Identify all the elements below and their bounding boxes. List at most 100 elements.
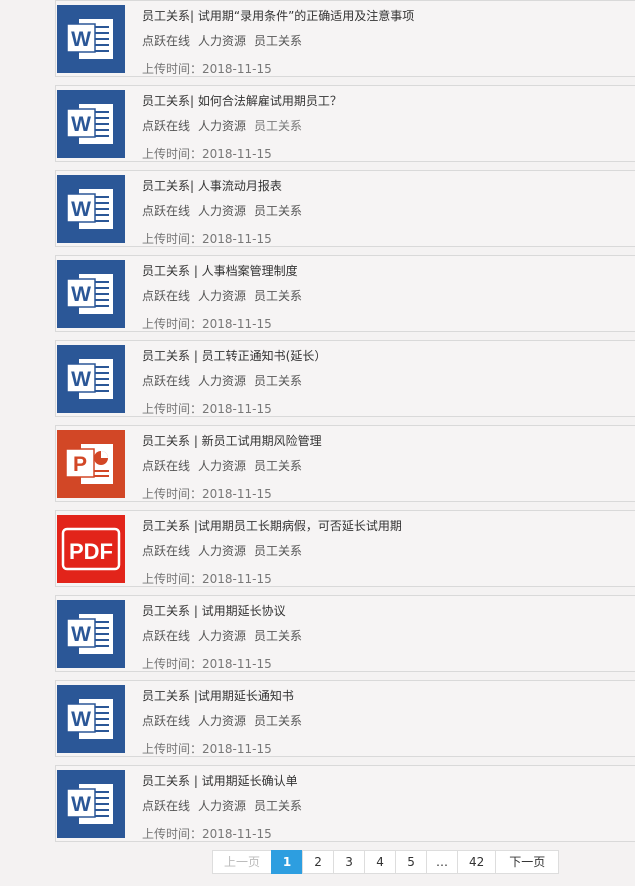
tag-source: 点跃在线 — [142, 544, 191, 558]
svg-text:W: W — [71, 708, 91, 731]
document-title[interactable]: 员工关系 |试用期延长通知书 — [142, 687, 294, 704]
document-tags: 点跃在线 人力资源 员工关系 — [142, 457, 310, 474]
document-title[interactable]: 员工关系 | 员工转正通知书(延长） — [142, 347, 326, 364]
document-tags: 点跃在线 人力资源 员工关系 — [142, 117, 310, 134]
powerpoint-icon-graphic: P — [57, 430, 125, 498]
tag-source: 点跃在线 — [142, 799, 191, 813]
document-title[interactable]: 员工关系| 人事流动月报表 — [142, 177, 282, 194]
page-3-button[interactable]: 3 — [333, 850, 366, 874]
tag-category: 人力资源 — [198, 629, 247, 643]
page-4-button[interactable]: 4 — [364, 850, 397, 874]
tag-subcategory: 员工关系 — [254, 119, 303, 133]
word-icon[interactable]: W — [57, 345, 125, 413]
document-title[interactable]: 员工关系 | 人事档案管理制度 — [142, 262, 298, 279]
document-item[interactable]: W 员工关系| 如何合法解雇试用期员工？ 点跃在线 人力资源 员工关系 上传时间：2… — [55, 85, 635, 162]
upload-time: 上传时间：2018-11-15 — [142, 487, 272, 501]
document-item[interactable]: W 员工关系 |试用期延长通知书 点跃在线 人力资源 员工关系 上传时间：2018-… — [55, 680, 635, 757]
tag-category: 人力资源 — [198, 204, 247, 218]
tag-subcategory: 员工关系 — [254, 374, 303, 388]
svg-text:W: W — [71, 198, 91, 221]
upload-time: 上传时间：2018-11-15 — [142, 657, 272, 671]
svg-text:W: W — [71, 283, 91, 306]
document-item[interactable]: W 员工关系| 试用期“录用条件”的正确适用及注意事项 点跃在线 人力资源 员工关系… — [55, 0, 635, 77]
word-icon[interactable]: W — [57, 5, 125, 73]
page-2-button[interactable]: 2 — [302, 850, 335, 874]
word-icon[interactable]: W — [57, 770, 125, 838]
svg-text:W: W — [71, 793, 91, 816]
document-tags: 点跃在线 人力资源 员工关系 — [142, 797, 310, 814]
upload-time: 上传时间：2018-11-15 — [142, 62, 272, 76]
document-item[interactable]: W 员工关系 | 试用期延长协议 点跃在线 人力资源 员工关系 上传时间：2018-… — [55, 595, 635, 672]
word-icon[interactable]: W — [57, 90, 125, 158]
next-page-button[interactable]: 下一页 — [495, 850, 560, 874]
prev-page-button[interactable]: 上一页 — [212, 850, 273, 874]
pagination: 上一页 1 2 3 4 5 … 42 下一页 — [212, 850, 560, 874]
word-icon[interactable]: W — [57, 260, 125, 328]
tag-category: 人力资源 — [198, 544, 247, 558]
document-item[interactable]: W 员工关系 | 试用期延长确认单 点跃在线 人力资源 员工关系 上传时间：2018… — [55, 765, 635, 842]
page-1-button[interactable]: 1 — [271, 850, 304, 874]
document-title[interactable]: 员工关系 |试用期员工长期病假，可否延长试用期 — [142, 517, 402, 534]
document-item[interactable]: W 员工关系| 人事流动月报表 点跃在线 人力资源 员工关系 上传时间：2018-1… — [55, 170, 635, 247]
tag-subcategory: 员工关系 — [254, 799, 303, 813]
tag-source: 点跃在线 — [142, 34, 191, 48]
word-icon-graphic: W — [57, 5, 125, 73]
document-tags: 点跃在线 人力资源 员工关系 — [142, 542, 310, 559]
document-item[interactable]: W 员工关系 | 员工转正通知书(延长） 点跃在线 人力资源 员工关系 上传时间：2… — [55, 340, 635, 417]
upload-time: 上传时间：2018-11-15 — [142, 147, 272, 161]
powerpoint-icon[interactable]: P — [57, 430, 125, 498]
svg-text:W: W — [71, 623, 91, 646]
word-icon-graphic: W — [57, 345, 125, 413]
tag-source: 点跃在线 — [142, 204, 191, 218]
document-tags: 点跃在线 人力资源 员工关系 — [142, 627, 310, 644]
upload-time: 上传时间：2018-11-15 — [142, 402, 272, 416]
document-list: W 员工关系| 试用期“录用条件”的正确适用及注意事项 点跃在线 人力资源 员工关系… — [55, 0, 635, 850]
document-title[interactable]: 员工关系| 如何合法解雇试用期员工？ — [142, 92, 342, 109]
tag-category: 人力资源 — [198, 714, 247, 728]
document-tags: 点跃在线 人力资源 员工关系 — [142, 287, 310, 304]
tag-source: 点跃在线 — [142, 459, 191, 473]
word-icon-graphic: W — [57, 685, 125, 753]
svg-text:W: W — [71, 28, 91, 51]
upload-time: 上传时间：2018-11-15 — [142, 317, 272, 331]
word-icon-graphic: W — [57, 175, 125, 243]
document-title[interactable]: 员工关系| 试用期“录用条件”的正确适用及注意事项 — [142, 7, 414, 24]
word-icon-graphic: W — [57, 90, 125, 158]
upload-time: 上传时间：2018-11-15 — [142, 742, 272, 756]
tag-subcategory: 员工关系 — [254, 204, 303, 218]
svg-text:P: P — [73, 453, 87, 476]
document-title[interactable]: 员工关系 | 试用期延长确认单 — [142, 772, 298, 789]
word-icon-graphic: W — [57, 600, 125, 668]
tag-category: 人力资源 — [198, 34, 247, 48]
tag-source: 点跃在线 — [142, 119, 191, 133]
page-42-button[interactable]: 42 — [457, 850, 497, 874]
document-item[interactable]: P 员工关系 | 新员工试用期风险管理 点跃在线 人力资源 员工关系 上传时间：20… — [55, 425, 635, 502]
svg-text:W: W — [71, 113, 91, 136]
tag-subcategory: 员工关系 — [254, 629, 303, 643]
page-5-button[interactable]: 5 — [395, 850, 428, 874]
document-title[interactable]: 员工关系 | 新员工试用期风险管理 — [142, 432, 322, 449]
tag-source: 点跃在线 — [142, 289, 191, 303]
tag-subcategory: 员工关系 — [254, 714, 303, 728]
svg-text:W: W — [71, 368, 91, 391]
pdf-icon[interactable]: PDF — [57, 515, 125, 583]
upload-time: 上传时间：2018-11-15 — [142, 827, 272, 841]
tag-source: 点跃在线 — [142, 374, 191, 388]
tag-subcategory: 员工关系 — [254, 544, 303, 558]
tag-source: 点跃在线 — [142, 714, 191, 728]
word-icon-graphic: W — [57, 770, 125, 838]
upload-time: 上传时间：2018-11-15 — [142, 232, 272, 246]
upload-time: 上传时间：2018-11-15 — [142, 572, 272, 586]
tag-subcategory: 员工关系 — [254, 459, 303, 473]
word-icon[interactable]: W — [57, 175, 125, 243]
word-icon-graphic: W — [57, 260, 125, 328]
word-icon[interactable]: W — [57, 685, 125, 753]
word-icon[interactable]: W — [57, 600, 125, 668]
document-item[interactable]: W 员工关系 | 人事档案管理制度 点跃在线 人力资源 员工关系 上传时间：2018… — [55, 255, 635, 332]
document-item[interactable]: PDF 员工关系 |试用期员工长期病假，可否延长试用期 点跃在线 人力资源 员工关系… — [55, 510, 635, 587]
document-tags: 点跃在线 人力资源 员工关系 — [142, 372, 310, 389]
document-tags: 点跃在线 人力资源 员工关系 — [142, 202, 310, 219]
svg-text:PDF: PDF — [69, 539, 113, 564]
document-title[interactable]: 员工关系 | 试用期延长协议 — [142, 602, 286, 619]
tag-category: 人力资源 — [198, 374, 247, 388]
